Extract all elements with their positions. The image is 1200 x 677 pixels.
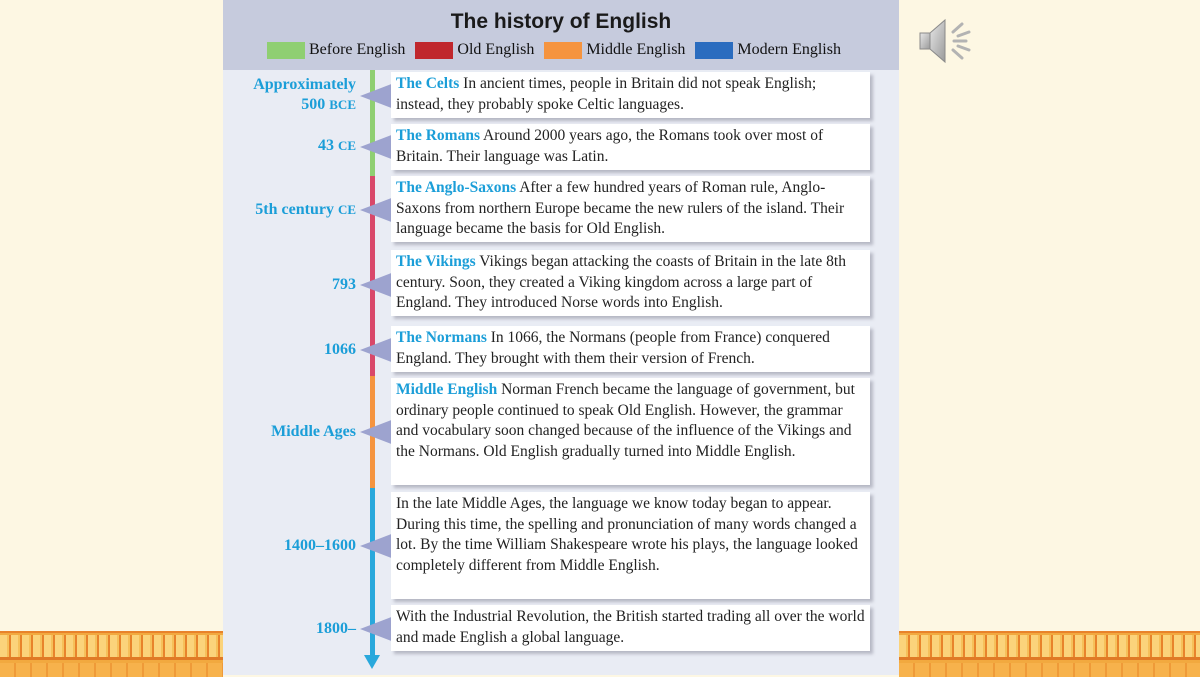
entry-heading: The Normans xyxy=(396,329,487,346)
date-label: 793 xyxy=(230,275,356,295)
date-era: CE xyxy=(337,138,356,153)
date-text: 1400–1600 xyxy=(284,537,356,554)
date-era: CE xyxy=(337,202,356,217)
timeline-entry: The Romans Around 2000 years ago, the Ro… xyxy=(391,124,870,170)
legend-swatch xyxy=(544,41,583,59)
entry-text: In ancient times, people in Britain did … xyxy=(396,75,817,113)
timeline-arrowhead xyxy=(364,655,380,669)
date-text: 500 xyxy=(301,96,326,113)
date-text: 1800– xyxy=(316,620,356,637)
speaker-volume-icon[interactable] xyxy=(917,12,975,70)
entry-heading: The Romans xyxy=(396,127,480,144)
date-text: Approximately xyxy=(253,76,356,93)
legend-label: Before English xyxy=(309,41,406,58)
date-label: Middle Ages xyxy=(230,422,356,442)
page-title: The history of English xyxy=(450,10,672,33)
timeline-entry: The Normans In 1066, the Normans (people… xyxy=(391,326,870,372)
legend-label: Modern English xyxy=(737,41,841,58)
legend: Before English Old English Middle Englis… xyxy=(267,41,851,59)
entry-text: In the late Middle Ages, the language we… xyxy=(396,495,858,574)
legend-swatch xyxy=(695,41,734,59)
timeline-segment-before-english xyxy=(370,70,375,176)
date-era: BCE xyxy=(329,97,356,112)
legend-item-middle-english: Middle English xyxy=(544,41,685,59)
decorative-border-left xyxy=(0,631,223,677)
date-text: 1066 xyxy=(324,341,356,358)
timeline-entry: With the Industrial Revolution, the Brit… xyxy=(391,605,870,651)
date-label: 1066 xyxy=(230,340,356,360)
legend-label: Old English xyxy=(457,41,535,58)
legend-swatch xyxy=(267,41,305,59)
entry-heading: The Anglo-Saxons xyxy=(396,179,517,196)
timeline-entry: The Vikings Vikings began attacking the … xyxy=(391,250,870,316)
legend-swatch xyxy=(415,41,454,59)
legend-item-before-english: Before English xyxy=(267,41,405,59)
timeline-entry: The Celts In ancient times, people in Br… xyxy=(391,72,870,118)
date-text: 43 xyxy=(317,137,334,154)
decorative-border-right xyxy=(899,631,1200,677)
date-label: Approximately 500 BCE xyxy=(230,75,356,115)
date-label: 5th century CE xyxy=(230,200,356,220)
entry-heading: The Celts xyxy=(396,75,460,92)
date-label: 1400–1600 xyxy=(230,536,356,556)
date-label: 43 CE xyxy=(230,136,356,156)
date-text: 793 xyxy=(332,276,356,293)
entry-heading: The Vikings xyxy=(396,253,476,270)
entry-text: With the Industrial Revolution, the Brit… xyxy=(396,608,865,646)
legend-item-old-english: Old English xyxy=(415,41,534,59)
date-text: 5th century xyxy=(255,201,334,218)
timeline-entry: Middle English Norman French became the … xyxy=(391,378,870,485)
legend-item-modern-english: Modern English xyxy=(695,41,841,59)
legend-label: Middle English xyxy=(586,41,686,58)
infographic-header: The history of English Before English Ol… xyxy=(223,0,899,70)
date-label: 1800– xyxy=(230,619,356,639)
timeline-entry: The Anglo-Saxons After a few hundred yea… xyxy=(391,176,870,242)
entry-heading: Middle English xyxy=(396,381,498,398)
date-text: Middle Ages xyxy=(271,423,356,440)
timeline-entry: In the late Middle Ages, the language we… xyxy=(391,492,870,599)
